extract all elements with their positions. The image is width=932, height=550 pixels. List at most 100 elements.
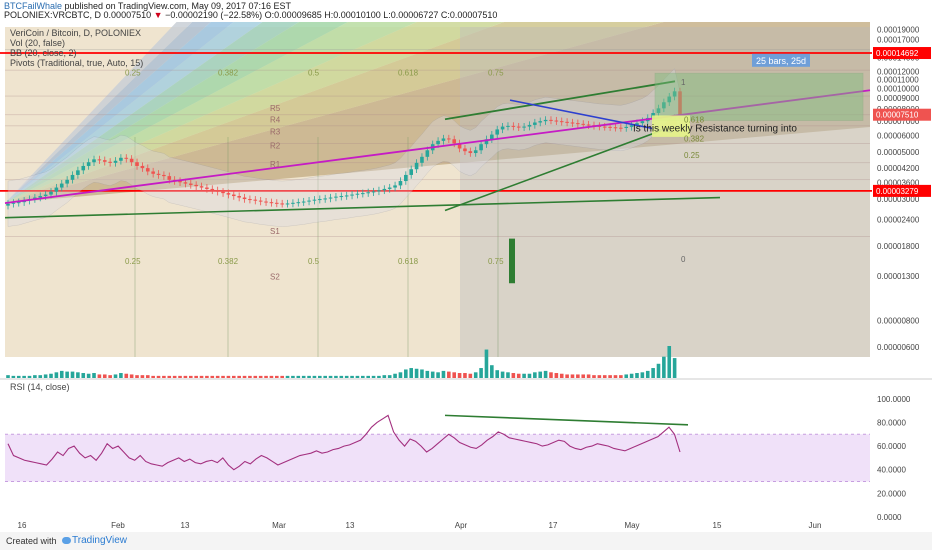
- volume-bar: [215, 375, 220, 378]
- volume-bar: [81, 373, 86, 378]
- candle-body: [608, 126, 612, 128]
- tradingview-logo-icon: [62, 537, 71, 544]
- candle-body: [361, 193, 365, 195]
- volume-bar: [328, 375, 333, 378]
- volume-bar: [188, 375, 193, 378]
- volume-bar: [119, 373, 123, 378]
- candle-body: [59, 183, 64, 188]
- tradingview-brand[interactable]: TradingView: [72, 535, 127, 546]
- fib-fan-top-label: 0.25: [125, 69, 141, 78]
- legend-bollinger: BB (20, close, 2): [10, 48, 77, 58]
- candle-body: [586, 124, 591, 126]
- volume-bar: [145, 375, 150, 378]
- fib-fan-top-label: 0.618: [398, 69, 419, 78]
- time-axis-label: Feb: [111, 521, 125, 530]
- volume-bar: [258, 375, 263, 378]
- candle-body: [387, 187, 392, 189]
- candle-body: [307, 200, 311, 202]
- candle-body: [377, 190, 381, 192]
- volume-bar: [479, 368, 483, 378]
- candle-body: [366, 192, 370, 194]
- volume-bar: [275, 375, 279, 378]
- volume-bar: [269, 375, 274, 378]
- volume-bar: [430, 371, 435, 378]
- volume-bar: [441, 370, 446, 378]
- volume-bar: [404, 369, 408, 378]
- volume-bar: [242, 375, 247, 378]
- price-label: 0.00007510: [876, 111, 919, 120]
- price-chart[interactable]: 25 bars, 25d Is this weekly Resistance tu…: [0, 22, 932, 532]
- candle-body: [463, 148, 467, 152]
- volume-bar: [162, 375, 166, 378]
- candle-body: [565, 121, 569, 123]
- candle-body: [156, 173, 161, 175]
- volume-bar: [495, 370, 500, 378]
- candle-body: [183, 182, 188, 184]
- candle-body: [549, 119, 553, 121]
- volume-bar: [387, 375, 392, 378]
- candle-body: [285, 203, 290, 205]
- fib-fan-bottom-label: 0.5: [308, 257, 320, 266]
- volume-bar: [608, 375, 612, 378]
- volume-bar: [549, 372, 553, 378]
- candle-body: [194, 184, 198, 187]
- time-axis-label: 13: [181, 521, 190, 530]
- candle-body: [258, 200, 263, 202]
- candle-body: [425, 150, 430, 157]
- pivot-label: R4: [270, 115, 281, 124]
- volume-bar: [662, 356, 666, 378]
- volume-bar: [253, 375, 258, 378]
- volume-bar: [398, 372, 403, 378]
- volume-bar: [167, 375, 172, 378]
- fib-right-label: 0.618: [684, 115, 705, 124]
- volume-bar: [640, 372, 645, 378]
- candle-body: [49, 191, 53, 195]
- volume-bar: [463, 373, 467, 378]
- candle-body: [76, 170, 80, 175]
- candle-body: [291, 202, 295, 204]
- time-axis-label: Jun: [809, 521, 822, 530]
- candle-body: [264, 201, 268, 203]
- volume-bar: [334, 375, 338, 378]
- volume-bar: [140, 375, 145, 378]
- fib-fan-top-label: 0.382: [218, 69, 239, 78]
- rsi-axis-label: 40.0000: [877, 466, 906, 475]
- volume-bar: [447, 371, 451, 378]
- candle-body: [6, 203, 10, 206]
- fib-one-label: 1: [681, 78, 686, 87]
- time-axis-label: 16: [18, 521, 27, 530]
- candle-body: [167, 176, 172, 180]
- symbol-text: POLONIEX:VRCBTC, D: [4, 10, 102, 20]
- candle-body: [538, 121, 543, 123]
- candle-body: [135, 162, 139, 166]
- candle-body: [414, 162, 419, 170]
- volume-bar: [6, 375, 10, 378]
- pivot-label: R2: [270, 141, 281, 150]
- rsi-axis-label: 20.0000: [877, 489, 906, 498]
- volume-bar: [382, 375, 387, 378]
- candle-body: [613, 127, 618, 129]
- volume-bar: [629, 373, 634, 378]
- candle-body: [318, 199, 322, 201]
- fib-fan-bottom-label: 0.25: [125, 257, 141, 266]
- volume-bar: [506, 372, 510, 378]
- volume-bar: [635, 373, 639, 378]
- volume-bar: [151, 375, 155, 378]
- volume-bar: [33, 375, 37, 378]
- volume-bar: [366, 375, 370, 378]
- candle-body: [221, 191, 225, 194]
- candle-body: [522, 126, 526, 128]
- rsi-legend: RSI (14, close): [10, 382, 70, 392]
- pivot-label: S1: [270, 227, 280, 236]
- volume-bar: [543, 370, 548, 378]
- candle-body: [113, 160, 118, 163]
- time-axis-label: May: [624, 521, 639, 530]
- time-axis-label: 17: [549, 521, 558, 530]
- price-axis-label: 0.00019000: [877, 25, 920, 34]
- volume-bar: [22, 375, 26, 378]
- volume-bar: [43, 374, 48, 378]
- volume-bar: [129, 374, 134, 378]
- change-text: −0.00002190 (−22.58%): [165, 10, 263, 20]
- volume-bar: [65, 371, 69, 378]
- candle-body: [473, 150, 478, 154]
